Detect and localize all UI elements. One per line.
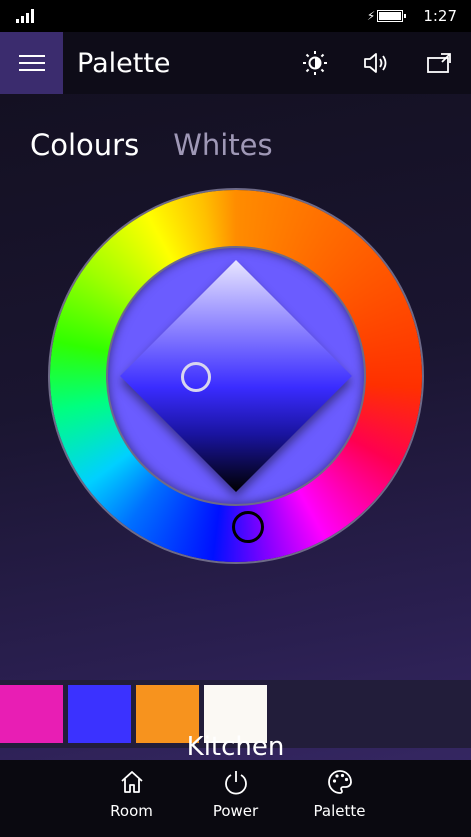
menu-icon <box>18 55 45 57</box>
clock: 1:27 <box>423 7 457 25</box>
status-bar: ⚡ 1:27 <box>0 0 471 32</box>
saturation-picker-handle[interactable] <box>181 362 211 392</box>
nav-power-label: Power <box>212 802 259 820</box>
room-name: Kitchen <box>186 732 285 762</box>
nav-palette-label: Palette <box>313 802 366 820</box>
brightness-icon[interactable] <box>301 49 329 77</box>
saturation-brightness-picker[interactable] <box>120 260 352 492</box>
app-header: Palette <box>0 32 471 94</box>
volume-icon[interactable] <box>363 49 391 77</box>
cast-icon[interactable] <box>425 49 453 77</box>
bottom-nav: Room Power Palette <box>0 760 471 837</box>
power-icon <box>222 768 250 796</box>
menu-button[interactable] <box>0 32 63 94</box>
battery-icon: ⚡ <box>367 9 407 23</box>
nav-power[interactable]: Power <box>204 768 268 837</box>
palette-icon <box>326 768 354 796</box>
tab-colours[interactable]: Colours <box>30 128 139 162</box>
nav-room-label: Room <box>110 802 153 820</box>
color-wheel[interactable] <box>50 190 422 562</box>
signal-icon <box>16 9 34 23</box>
nav-palette[interactable]: Palette <box>308 768 372 837</box>
page-title: Palette <box>77 47 171 79</box>
tab-whites[interactable]: Whites <box>173 128 272 162</box>
tab-bar: Colours Whites <box>30 128 273 162</box>
hue-picker-handle[interactable] <box>232 511 264 543</box>
nav-room[interactable]: Room <box>100 768 164 837</box>
home-icon <box>118 768 146 796</box>
